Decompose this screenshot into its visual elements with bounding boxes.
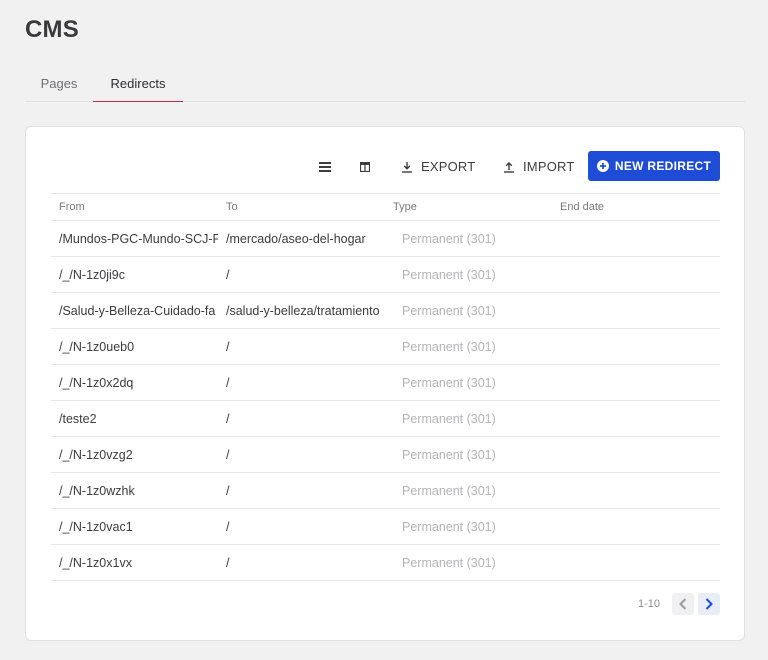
tab-bar: Pages Redirects [25, 71, 745, 102]
cell-to: / [218, 436, 385, 473]
cell-end-date [552, 220, 720, 257]
table-row[interactable]: /Salud-y-Belleza-Cuidado-fa /salud-y-bel… [51, 292, 720, 329]
cell-end-date [552, 544, 720, 581]
table-row[interactable]: /_/N-1z0vac1 / Permanent (301) [51, 508, 720, 545]
cell-from: /_/N-1z0ji9c [51, 256, 218, 293]
table-row[interactable]: /_/N-1z0vzg2 / Permanent (301) [51, 436, 720, 473]
export-label: EXPORT [421, 159, 476, 174]
cell-from: /_/N-1z0vzg2 [51, 436, 218, 473]
cell-from: /_/N-1z0x1vx [51, 544, 218, 581]
cell-to: / [218, 364, 385, 401]
cell-to: / [218, 544, 385, 581]
chevron-left-icon [679, 598, 687, 610]
upload-icon [504, 161, 514, 173]
table-row[interactable]: /_/N-1z0x2dq / Permanent (301) [51, 364, 720, 401]
cell-type: Permanent (301) [385, 364, 552, 401]
cell-end-date [552, 256, 720, 293]
pagination-range: 1-10 [638, 598, 661, 610]
cell-type: Permanent (301) [385, 472, 552, 509]
cell-from: /_/N-1z0x2dq [51, 364, 218, 401]
cell-from: /Mundos-PGC-Mundo-SCJ-F [51, 220, 218, 257]
cell-from: /_/N-1z0wzhk [51, 472, 218, 509]
page-title: CMS [25, 16, 79, 43]
tab-redirects[interactable]: Redirects [93, 71, 183, 102]
column-header-from[interactable]: From [51, 193, 218, 221]
pagination: 1-10 [638, 593, 721, 615]
previous-page-button[interactable] [672, 593, 695, 615]
next-page-button[interactable] [698, 593, 721, 615]
redirects-card: EXPORT IMPORT NEW REDIRECT From To Type … [25, 126, 745, 641]
cell-end-date [552, 436, 720, 473]
columns-icon [360, 161, 370, 172]
new-redirect-label: NEW REDIRECT [614, 159, 712, 173]
cell-end-date [552, 364, 720, 401]
cell-type: Permanent (301) [385, 256, 552, 293]
cell-to: / [218, 328, 385, 365]
cell-end-date [552, 472, 720, 509]
cell-to: /mercado/aseo-del-hogar [218, 220, 385, 257]
cell-type: Permanent (301) [385, 220, 552, 257]
table-row[interactable]: /Mundos-PGC-Mundo-SCJ-F /mercado/aseo-de… [51, 220, 720, 257]
export-button[interactable]: EXPORT [401, 152, 475, 181]
download-icon [402, 161, 412, 173]
cell-to: /salud-y-belleza/tratamiento [218, 292, 385, 329]
cell-end-date [552, 292, 720, 329]
table-row[interactable]: /teste2 / Permanent (301) [51, 400, 720, 437]
tab-pages[interactable]: Pages [25, 71, 93, 101]
cell-end-date [552, 508, 720, 545]
columns-button[interactable] [351, 152, 379, 181]
table-row[interactable]: /_/N-1z0ueb0 / Permanent (301) [51, 328, 720, 365]
import-button[interactable]: IMPORT [503, 152, 575, 181]
cell-to: / [218, 472, 385, 509]
table-row[interactable]: /_/N-1z0wzhk / Permanent (301) [51, 472, 720, 509]
cell-from: /_/N-1z0vac1 [51, 508, 218, 545]
cell-end-date [552, 328, 720, 365]
cell-type: Permanent (301) [385, 544, 552, 581]
density-button[interactable] [311, 152, 339, 181]
cell-type: Permanent (301) [385, 436, 552, 473]
cell-to: / [218, 508, 385, 545]
table-row[interactable]: /_/N-1z0ji9c / Permanent (301) [51, 256, 720, 293]
table-row[interactable]: /_/N-1z0x1vx / Permanent (301) [51, 544, 720, 581]
density-icon [319, 161, 331, 172]
cell-from: /teste2 [51, 400, 218, 437]
cell-type: Permanent (301) [385, 292, 552, 329]
cell-from: /_/N-1z0ueb0 [51, 328, 218, 365]
column-header-to[interactable]: To [218, 193, 385, 221]
cell-to: / [218, 256, 385, 293]
column-header-type[interactable]: Type [385, 193, 552, 221]
cell-type: Permanent (301) [385, 328, 552, 365]
table-header-row: From To Type End date [51, 193, 720, 221]
cell-type: Permanent (301) [385, 400, 552, 437]
import-label: IMPORT [523, 159, 575, 174]
plus-circle-icon [596, 160, 609, 172]
cell-to: / [218, 400, 385, 437]
redirects-table: From To Type End date /Mundos-PGC-Mundo-… [51, 193, 720, 581]
chevron-right-icon [705, 598, 713, 610]
cell-type: Permanent (301) [385, 508, 552, 545]
new-redirect-button[interactable]: NEW REDIRECT [588, 151, 720, 181]
cell-from: /Salud-y-Belleza-Cuidado-fa [51, 292, 218, 329]
cell-end-date [552, 400, 720, 437]
column-header-end-date[interactable]: End date [552, 193, 720, 221]
